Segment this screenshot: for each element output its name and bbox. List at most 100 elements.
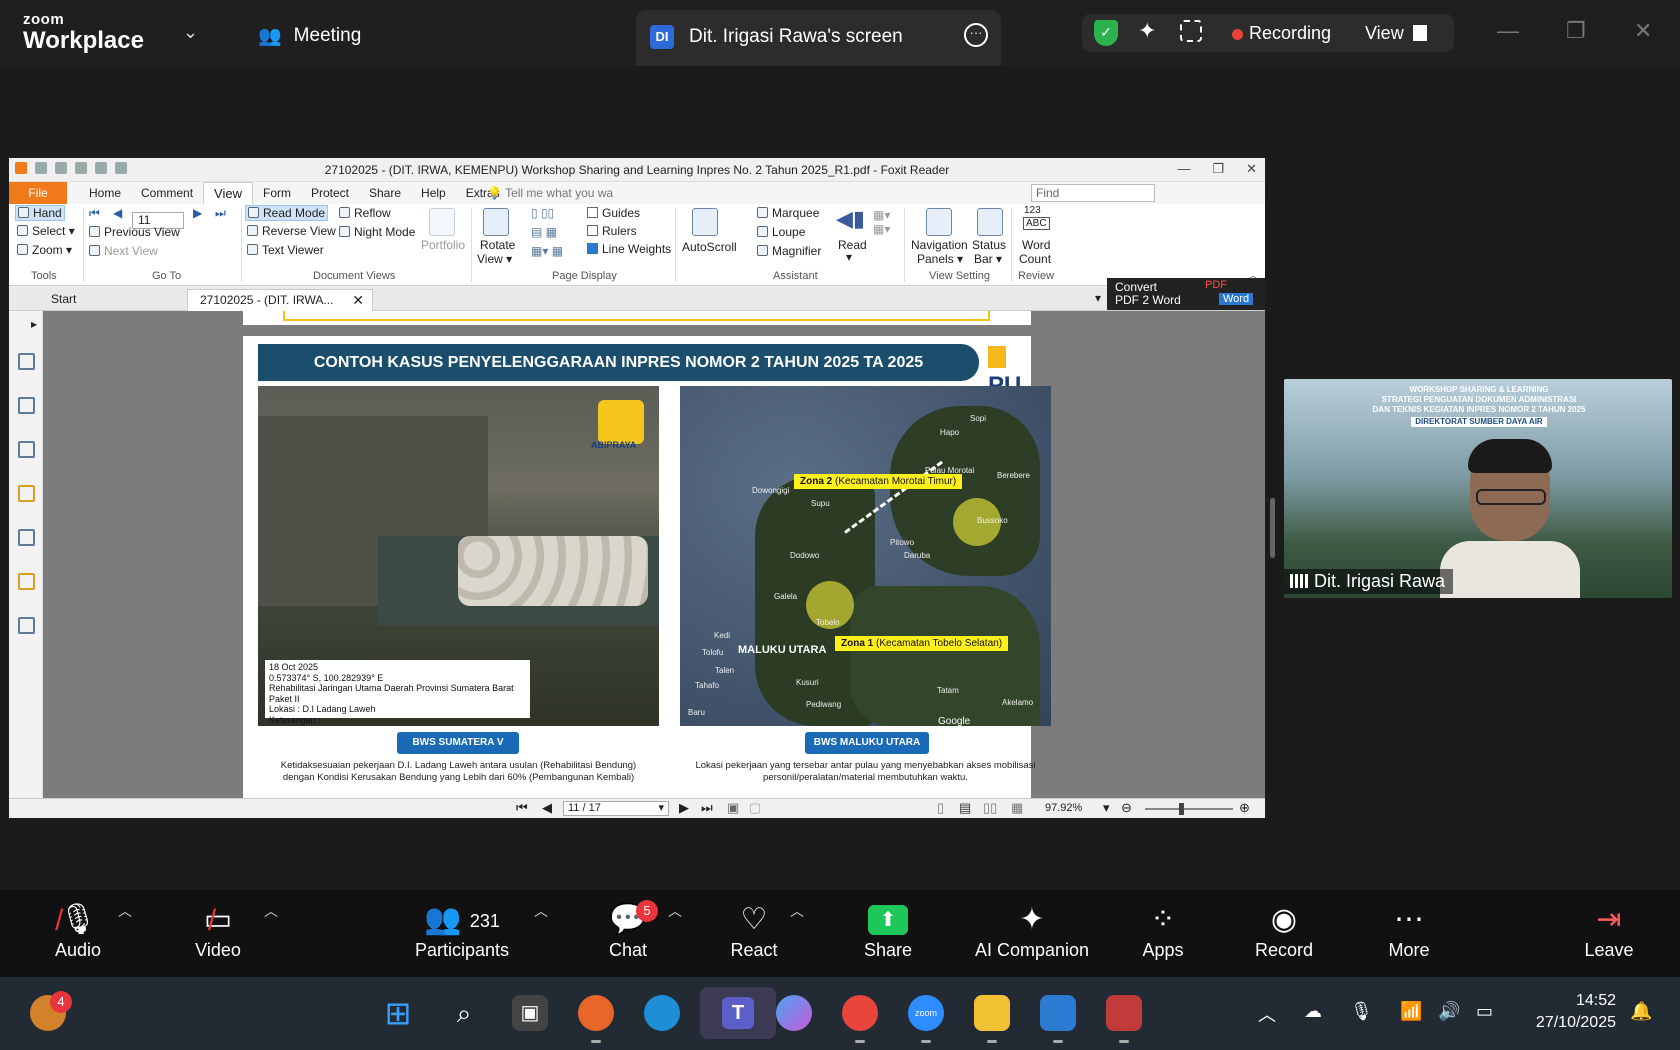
participants-button[interactable]: 👥 231 Participants	[410, 900, 514, 961]
next-page-icon[interactable]: ▶	[193, 206, 202, 220]
prev-page-icon[interactable]: ◀	[542, 800, 552, 816]
rulers-checkbox[interactable]: Rulers	[587, 224, 637, 238]
wifi-icon[interactable]: 📶	[1400, 1001, 1422, 1022]
zoom-tool-button[interactable]: Zoom ▾	[17, 243, 72, 257]
last-page-icon[interactable]: ⏭	[701, 800, 713, 816]
close-tab-icon[interactable]: ✕	[352, 290, 364, 310]
video-button[interactable]: ▭ / Video	[190, 900, 246, 961]
loupe-button[interactable]: Loupe	[757, 225, 805, 239]
speaker-video-tile[interactable]: WORKSHOP SHARING & LEARNING STRATEGI PEN…	[1284, 379, 1672, 598]
tab-share[interactable]: Share	[359, 182, 411, 205]
chat-options-icon[interactable]: ︿	[668, 900, 682, 921]
status-bar-icon[interactable]	[977, 208, 1003, 236]
continuous-page-icon[interactable]: ▤ ▦	[531, 225, 557, 239]
continuous-view-icon[interactable]: ▤	[959, 800, 971, 816]
windows-start-icon[interactable]: ⊞	[380, 995, 416, 1031]
more-options-icon[interactable]: ···	[964, 23, 988, 47]
read-aloud-icon[interactable]: ◀▮	[836, 206, 865, 232]
tab-form[interactable]: Form	[253, 182, 301, 205]
minimize-icon[interactable]: —	[1497, 18, 1519, 44]
view-label[interactable]: View	[1365, 23, 1404, 44]
chevron-down-icon[interactable]: ⌄	[183, 22, 198, 43]
reflow-button[interactable]: Reflow	[339, 206, 391, 220]
text-viewer-button[interactable]: Text Viewer	[247, 243, 324, 257]
word-count-button[interactable]: Count	[1019, 252, 1051, 266]
fit-page-icon[interactable]: ▣	[727, 800, 739, 816]
mic-in-use-icon[interactable]: 🎙	[1350, 1001, 1373, 1022]
meeting-menu[interactable]: 👥 Meeting	[258, 24, 361, 48]
bookmarks-icon[interactable]	[18, 353, 35, 370]
guides-checkbox[interactable]: Guides	[587, 206, 640, 220]
tell-me-input[interactable]: 💡 Tell me what you wa	[487, 186, 613, 200]
fit-width-icon[interactable]: ▢	[749, 800, 761, 816]
react-options-icon[interactable]: ︿	[790, 900, 804, 921]
share-button[interactable]: ⬆ Share	[860, 900, 916, 961]
ai-companion-button[interactable]: ✦ AI Companion	[972, 900, 1092, 961]
maximize-icon[interactable]: ❐	[1212, 161, 1224, 177]
read-mode-button[interactable]: Read Mode	[245, 205, 329, 221]
edge-icon[interactable]	[644, 995, 680, 1031]
tab-help[interactable]: Help	[411, 182, 456, 205]
tab-comment[interactable]: Comment	[131, 182, 203, 205]
navigation-panels-button[interactable]: Panels ▾	[917, 252, 963, 266]
first-page-icon[interactable]: ⏮	[89, 206, 100, 221]
task-view-icon[interactable]: ▣	[512, 995, 548, 1031]
portfolio-button[interactable]: Portfolio	[421, 238, 465, 252]
zoom-slider-handle[interactable]	[1179, 803, 1184, 815]
chrome-icon[interactable]	[842, 995, 878, 1031]
copilot-icon[interactable]	[776, 995, 812, 1031]
status-bar-label-1[interactable]: Status	[972, 238, 1006, 252]
status-bar-button[interactable]: Bar ▾	[974, 252, 1002, 266]
navigation-panels-icon[interactable]	[926, 208, 952, 236]
clock[interactable]: 14:52 27/10/2025	[1520, 990, 1616, 1034]
tab-protect[interactable]: Protect	[301, 182, 359, 205]
apps-button[interactable]: ⁘ Apps	[1138, 900, 1188, 961]
tab-home[interactable]: Home	[79, 182, 131, 205]
leave-button[interactable]: ⇥ Leave	[1584, 900, 1634, 961]
zoom-level[interactable]: 97.92%	[1045, 802, 1082, 814]
record-button[interactable]: ◉ Record	[1254, 900, 1314, 961]
menu-file[interactable]: File	[9, 182, 67, 204]
continuous-facing-icon[interactable]: ▦	[1011, 800, 1023, 816]
video-options-icon[interactable]: ︿	[264, 900, 278, 921]
tab-view[interactable]: View	[203, 182, 253, 205]
expand-sidebar-icon[interactable]: ▸	[31, 317, 37, 331]
page-layout-icon[interactable]: ▦▾ ▦	[531, 244, 563, 258]
firefox-icon[interactable]	[578, 995, 614, 1031]
tray-overflow-icon[interactable]: ︿	[1258, 1001, 1276, 1027]
last-page-icon[interactable]: ⏭	[215, 206, 226, 221]
teams-icon[interactable]: T	[700, 987, 776, 1039]
line-weights-checkbox[interactable]: Line Weights	[587, 242, 671, 256]
autoscroll-button[interactable]: AutoScroll	[682, 240, 737, 254]
word-count-label-1[interactable]: Word	[1022, 238, 1050, 252]
rotate-view-label-1[interactable]: Rotate	[480, 238, 515, 252]
volume-icon[interactable]: 🔊	[1438, 1001, 1460, 1022]
marquee-button[interactable]: Marquee	[757, 206, 819, 220]
read-options-icon[interactable]: ▦▾ ▦▾	[873, 208, 890, 236]
screen-scrollbar[interactable]	[1270, 498, 1275, 558]
file-explorer-icon[interactable]	[974, 995, 1010, 1031]
single-page-view-icon[interactable]: ▯	[937, 800, 944, 816]
layers-icon[interactable]	[18, 441, 35, 458]
close-icon[interactable]: ✕	[1246, 161, 1257, 177]
audio-options-icon[interactable]: ︿	[118, 900, 132, 921]
first-page-icon[interactable]: ⏮	[516, 800, 528, 816]
select-tool-button[interactable]: Select ▾	[17, 224, 75, 238]
prev-page-icon[interactable]: ◀	[113, 206, 122, 220]
single-page-icon[interactable]: ▯ ▯▯	[531, 206, 554, 220]
hand-tool-button[interactable]: Hand	[15, 205, 65, 221]
facing-view-icon[interactable]: ▯▯	[983, 800, 997, 816]
tab-start[interactable]: Start	[39, 289, 88, 311]
minimize-icon[interactable]: —	[1177, 161, 1190, 177]
read-dropdown-icon[interactable]: ▾	[846, 250, 852, 264]
capture-icon[interactable]	[1180, 20, 1202, 42]
find-input[interactable]: Find	[1031, 184, 1155, 202]
pages-icon[interactable]	[18, 397, 35, 414]
participants-options-icon[interactable]: ︿	[534, 900, 548, 921]
signatures-icon[interactable]	[18, 617, 35, 634]
tabs-dropdown-icon[interactable]: ▾	[1095, 291, 1101, 305]
zoom-slider[interactable]	[1145, 808, 1233, 810]
shared-screen-pill[interactable]: DI Dit. Irigasi Rawa's screen ···	[636, 10, 1001, 66]
notifications-icon[interactable]: 🔔	[1630, 1001, 1652, 1022]
zoom-app-icon[interactable]: zoom	[908, 995, 944, 1031]
